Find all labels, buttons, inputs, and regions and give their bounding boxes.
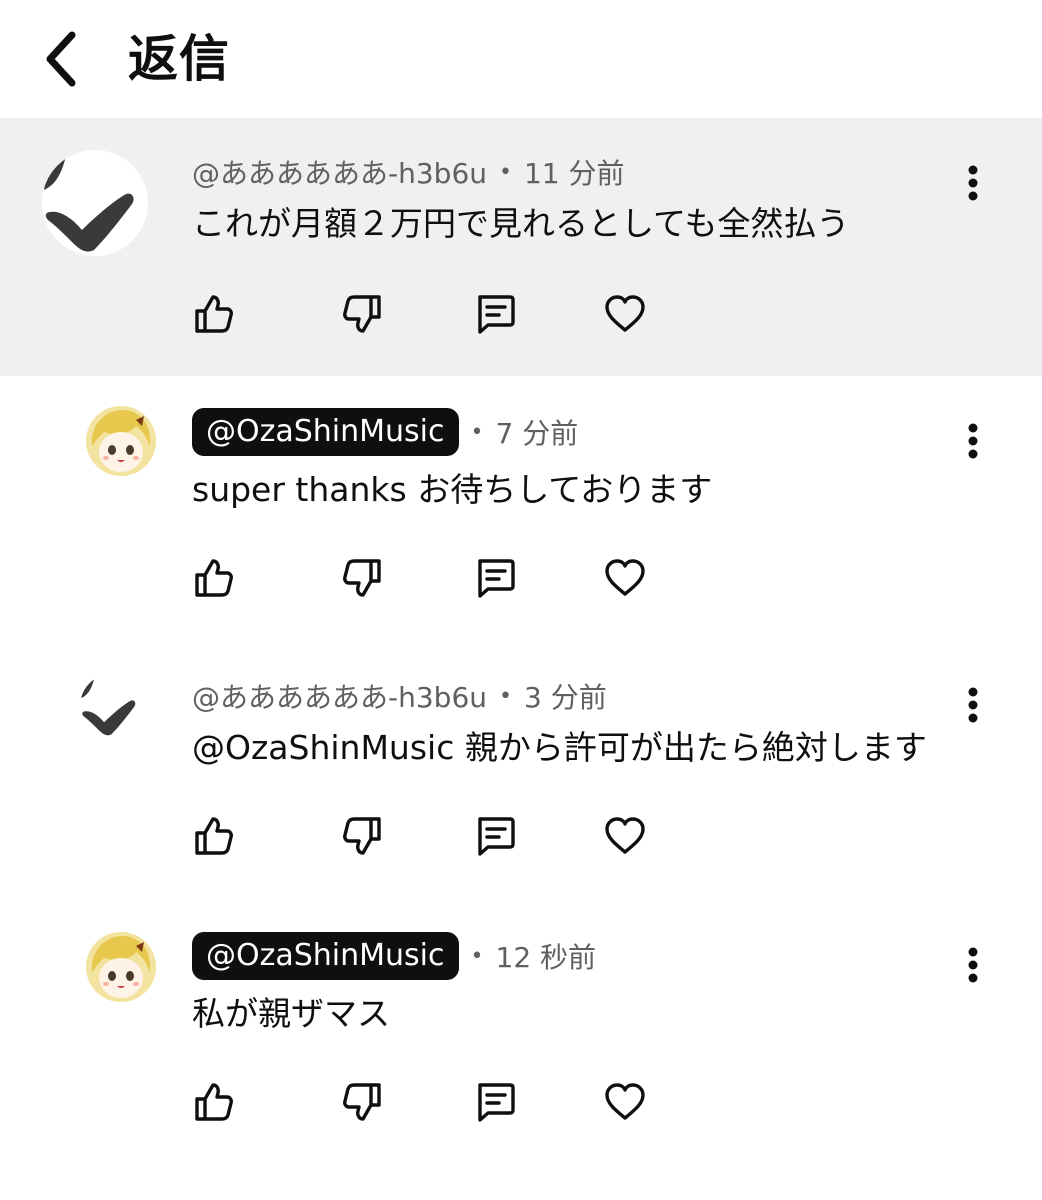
anime-girl-avatar [86,932,156,1002]
comment-meta: @ああああああ-h3b6u • 3 分前 [192,676,607,716]
page-title: 返信 [128,30,230,88]
more-options-button[interactable] [950,942,996,988]
reply-icon [478,559,515,598]
comment-meta: @ああああああ-h3b6u • 11 分前 [192,152,625,192]
check-logo-icon [44,156,134,252]
reply-button[interactable] [472,1078,518,1126]
like-button[interactable] [190,812,236,860]
avatar[interactable] [42,150,148,256]
comment-item: @OzaShinMusic • 7 分前 super thanks お待ちしてお… [0,376,1042,636]
comment-text: 私が親ザマス [192,994,390,1033]
more-vert-icon [968,687,978,723]
comment-item: @ああああああ-h3b6u • 11 分前 これが月額２万円で見れるとしても全然… [0,118,1042,376]
dislike-button[interactable] [340,554,386,602]
dislike-button[interactable] [340,812,386,860]
like-button[interactable] [190,554,236,602]
comment-meta: @OzaShinMusic • 12 秒前 [192,932,596,980]
avatar[interactable] [80,674,144,738]
more-options-button[interactable] [950,682,996,728]
comment-meta: @OzaShinMusic • 7 分前 [192,408,578,456]
comment-actions [190,1078,670,1126]
header: 返信 [0,0,1042,118]
dislike-button[interactable] [340,290,386,338]
comment-actions [190,290,670,338]
separator-dot: • [470,419,484,445]
reply-icon [478,295,515,334]
heart-icon [605,1083,645,1120]
separator-dot: • [499,159,512,185]
comment-actions [190,812,670,860]
comment-time: 11 分前 [523,157,625,190]
heart-icon [605,295,645,332]
dislike-button[interactable] [340,1078,386,1126]
comment-item: @OzaShinMusic • 12 秒前 私が親ザマス [0,898,1042,1200]
avatar[interactable] [86,932,156,1002]
like-icon [195,817,233,855]
heart-button[interactable] [602,554,648,602]
more-vert-icon [968,423,978,459]
like-icon [195,1083,233,1121]
heart-button[interactable] [602,290,648,338]
reply-button[interactable] [472,812,518,860]
dislike-icon [343,559,381,597]
more-vert-icon [968,165,978,201]
like-button[interactable] [190,1078,236,1126]
heart-icon [605,559,645,596]
comment-time: 3 分前 [523,681,607,714]
comment-text: これが月額２万円で見れるとしても全然払う [192,204,850,243]
comment-author[interactable]: @ああああああ-h3b6u [192,152,487,192]
heart-icon [605,817,645,854]
reply-button[interactable] [472,290,518,338]
comment-text: @OzaShinMusic 親から許可が出たら絶対します [192,728,927,767]
separator-dot: • [499,683,512,709]
comment-time: 12 秒前 [495,941,597,974]
heart-button[interactable] [602,812,648,860]
avatar[interactable] [86,406,156,476]
dislike-icon [343,1083,381,1121]
like-button[interactable] [190,290,236,338]
comment-actions [190,554,670,602]
reply-button[interactable] [472,554,518,602]
comment-time: 7 分前 [495,417,579,450]
comment-item: @ああああああ-h3b6u • 3 分前 @OzaShinMusic 親から許可… [0,636,1042,898]
more-options-button[interactable] [950,418,996,464]
creator-author-badge[interactable]: @OzaShinMusic [192,932,459,980]
more-vert-icon [968,947,978,983]
chevron-left-icon [46,31,76,87]
heart-button[interactable] [602,1078,648,1126]
creator-author-badge[interactable]: @OzaShinMusic [192,408,459,456]
reply-icon [478,1083,515,1122]
back-button[interactable] [30,26,90,92]
anime-girl-avatar [86,406,156,476]
like-icon [195,295,233,333]
check-logo-icon [81,677,136,736]
more-options-button[interactable] [950,160,996,206]
separator-dot: • [470,943,484,969]
comment-text: super thanks お待ちしております [192,470,713,509]
comment-author[interactable]: @ああああああ-h3b6u [192,676,487,716]
reply-icon [478,817,515,856]
dislike-icon [343,295,381,333]
like-icon [195,559,233,597]
dislike-icon [343,817,381,855]
